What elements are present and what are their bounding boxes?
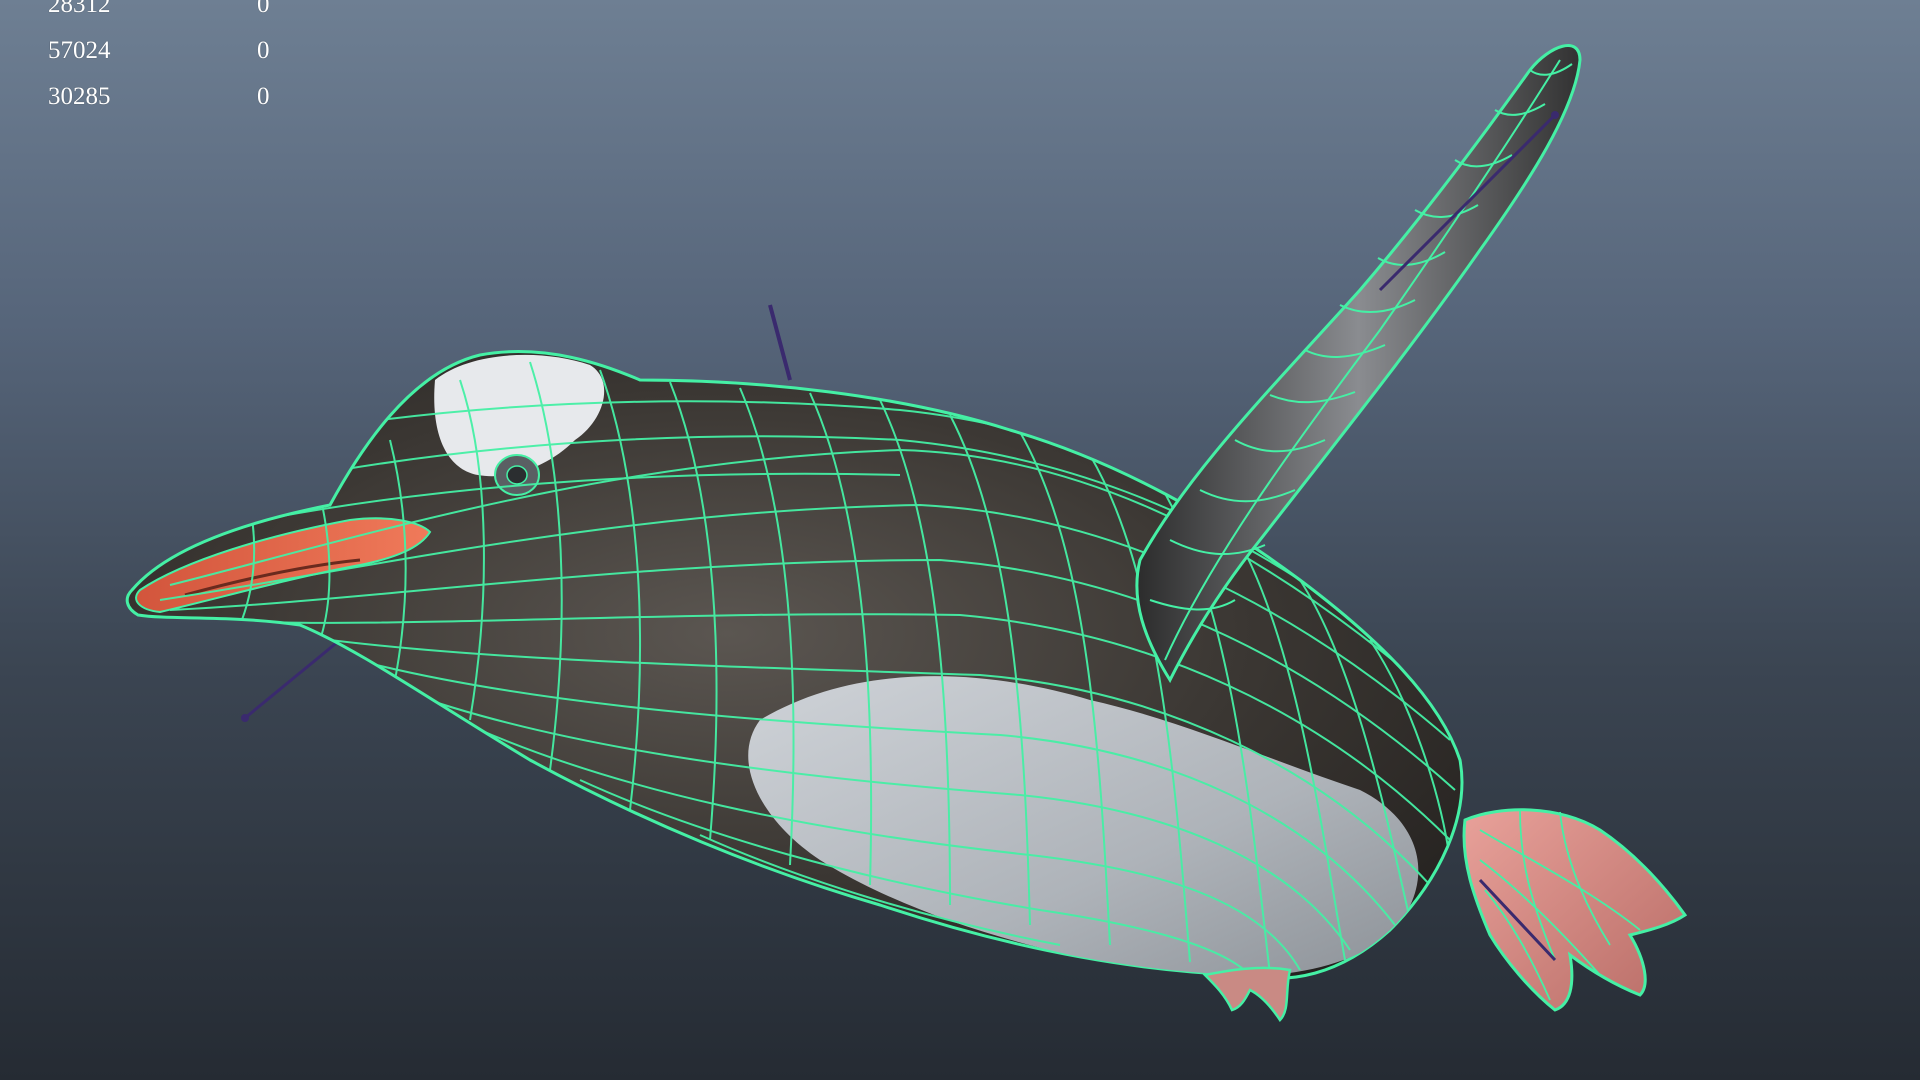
penguin-pupil <box>506 465 528 485</box>
penguin-model[interactable] <box>0 0 1920 1080</box>
pivot-point <box>1551 111 1559 119</box>
penguin-foot-back[interactable] <box>1462 808 1688 1012</box>
3d-viewport[interactable]: 28312 0 57024 0 30285 0 <box>0 0 1920 1080</box>
pivot-point <box>241 714 249 722</box>
pivot-line-back <box>768 304 792 381</box>
penguin-flipper[interactable] <box>1135 44 1582 684</box>
pivot-line-front <box>244 638 341 720</box>
penguin-foot-front[interactable] <box>1202 966 1292 1022</box>
